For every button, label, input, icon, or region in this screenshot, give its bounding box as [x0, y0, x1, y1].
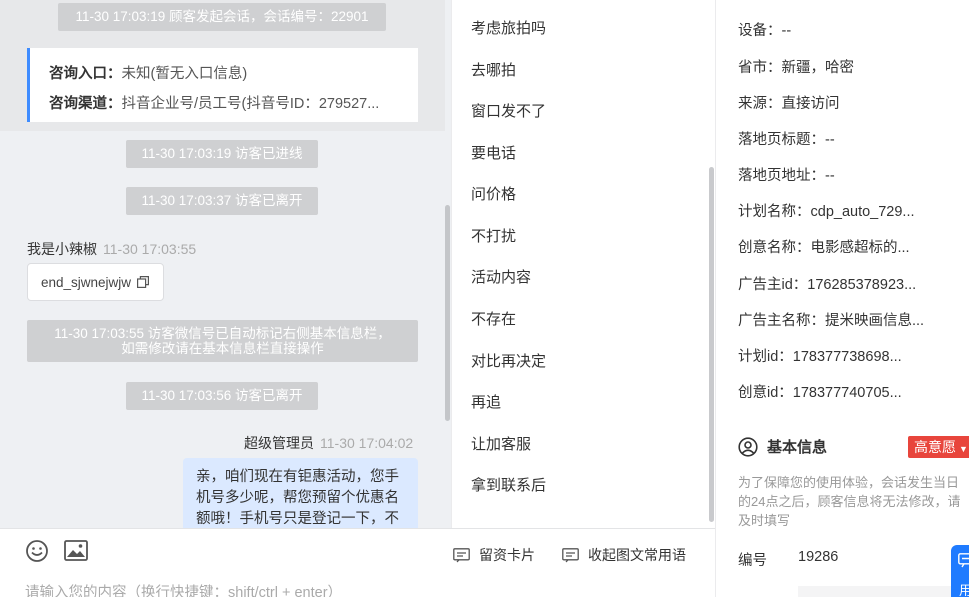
detail-label: 广告主id：	[738, 277, 808, 293]
quick-reply-item[interactable]: 不打扰	[471, 225, 516, 246]
detail-label: 省市：	[738, 60, 782, 76]
detail-value: cdp_auto_729...	[810, 204, 915, 220]
quick-reply-item[interactable]: 考虑旅拍吗	[471, 17, 546, 38]
detail-label: 创意名称：	[738, 240, 811, 256]
intent-level-dropdown[interactable]: 高意愿 ▼	[908, 436, 969, 458]
serial-value: 19286	[798, 549, 839, 565]
visitor-left-notice-2: 11-30 17:03:56 访客已离开	[126, 382, 318, 410]
detail-value: 电影感超标的...	[810, 240, 910, 256]
detail-row-creative-id: 创意id：178377740705...	[738, 381, 902, 402]
consult-entry-label: 咨询入口：	[49, 66, 122, 82]
intent-level-value: 高意愿	[914, 439, 956, 455]
detail-row-advertiser-id: 广告主id：176285378923...	[738, 273, 916, 294]
next-field-input[interactable]	[798, 586, 969, 597]
quick-reply-item[interactable]: 再追	[471, 391, 501, 412]
detail-row-landing-url: 落地页地址：--	[738, 164, 835, 185]
detail-label: 广告主名称：	[738, 313, 825, 329]
detail-row-region: 省市：新疆，哈密	[738, 56, 854, 77]
detail-value: 178377740705...	[792, 385, 902, 401]
quick-reply-item[interactable]: 拿到联系后	[471, 474, 546, 495]
detail-label: 计划id：	[738, 349, 793, 365]
quick-reply-item[interactable]: 要电话	[471, 142, 516, 163]
detail-row-creative-name: 创意名称：电影感超标的...	[738, 236, 910, 257]
visitor-entered-notice: 11-30 17:03:19 访客已进线	[126, 140, 318, 168]
caret-down-icon: ▼	[959, 444, 968, 454]
quick-reply-item[interactable]: 对比再决定	[471, 350, 546, 371]
basic-info-note: 为了保障您的使用体验，会话发生当日的24点之后，顾客信息将无法修改，请及时填写	[738, 475, 961, 528]
consult-channel-row: 咨询渠道：抖音企业号/员工号(抖音号ID：279527...	[49, 92, 379, 113]
emoji-icon[interactable]	[25, 539, 49, 563]
detail-value: --	[825, 168, 835, 184]
visitor-message-text: end_sjwnejwjw	[41, 275, 132, 290]
detail-value: 新疆，哈密	[781, 60, 855, 76]
session-start-notice: 11-30 17:03:19 顾客发起会话，会话编号：22901	[58, 3, 386, 31]
detail-value: 提米映画信息...	[825, 313, 925, 329]
wechat-tag-notice-line1: 11-30 17:03:55 访客微信号已自动标记右侧基本信息栏，	[54, 326, 391, 341]
wechat-tag-notice: 11-30 17:03:55 访客微信号已自动标记右侧基本信息栏， 如需修改请在…	[27, 320, 418, 362]
visitor-detail-panel: 设备：-- 省市：新疆，哈密 来源：直接访问 落地页标题：-- 落地页地址：--…	[715, 0, 969, 597]
detail-value: 176285378923...	[807, 277, 917, 293]
agent-sender: 超级管理员 11-30 17:04:02	[244, 433, 413, 453]
quick-reply-item[interactable]: 让加客服	[471, 433, 531, 454]
detail-value: --	[825, 132, 835, 148]
detail-row-landing-title: 落地页标题：--	[738, 128, 835, 149]
visitor-message-bubble[interactable]: end_sjwnejwjw	[27, 263, 164, 301]
copy-icon[interactable]	[137, 276, 149, 288]
quick-reply-scrollbar[interactable]	[709, 167, 714, 522]
quick-reply-item[interactable]: 不存在	[471, 308, 516, 329]
detail-value: --	[781, 23, 792, 39]
detail-label: 创意id：	[738, 385, 793, 401]
detail-row-device: 设备：--	[738, 19, 791, 40]
chat-panel: 11-30 17:03:19 顾客发起会话，会话编号：22901 咨询入口：未知…	[0, 0, 451, 528]
consult-info-card: 咨询入口：未知(暂无入口信息) 咨询渠道：抖音企业号/员工号(抖音号ID：279…	[27, 48, 418, 122]
visitor-name: 我是小辣椒	[27, 241, 97, 257]
floating-service-label: 用	[959, 580, 969, 597]
detail-row-plan-id: 计划id：178377738698...	[738, 345, 902, 366]
floating-service-button[interactable]: 用	[951, 545, 969, 597]
wechat-tag-notice-line2: 如需修改请在基本信息栏直接操作	[121, 341, 324, 356]
collapse-phrases-label: 收起图文常用语	[588, 547, 686, 563]
visitor-message-time: 11-30 17:03:55	[103, 241, 197, 257]
detail-label: 落地页标题：	[738, 132, 825, 148]
agent-message-bubble: 亲，咱们现在有钜惠活动，您手机号多少呢，帮您预留个优惠名额哦！手机号只是登记一下…	[183, 458, 418, 528]
quick-reply-list: 考虑旅拍吗 去哪拍 窗口发不了 要电话 问价格 不打扰 活动内容 不存在 对比再…	[451, 0, 715, 528]
visitor-left-notice: 11-30 17:03:37 访客已离开	[126, 187, 318, 215]
basic-info-title: 基本信息	[767, 439, 828, 456]
detail-row-advertiser-name: 广告主名称：提米映画信息...	[738, 309, 924, 330]
message-icon	[958, 553, 969, 568]
detail-value: 直接访问	[781, 96, 840, 112]
detail-label: 落地页地址：	[738, 168, 825, 184]
message-input[interactable]: 请输入您的内容（换行快捷键：shift/ctrl + enter）	[25, 581, 342, 597]
agent-message-time: 11-30 17:04:02	[320, 435, 414, 451]
consult-channel-value: 抖音企业号/员工号(抖音号ID：279527...	[121, 96, 380, 112]
detail-row-plan-name: 计划名称：cdp_auto_729...	[738, 200, 915, 221]
message-composer: 留资卡片 收起图文常用语 请输入您的内容（换行快捷键：shift/ctrl + …	[0, 528, 715, 597]
detail-label: 计划名称：	[738, 204, 811, 220]
agent-name: 超级管理员	[244, 435, 314, 451]
image-icon[interactable]	[64, 540, 88, 561]
quick-reply-item[interactable]: 活动内容	[471, 266, 531, 287]
quick-reply-item[interactable]: 去哪拍	[471, 59, 516, 80]
consult-entry-row: 咨询入口：未知(暂无入口信息)	[49, 62, 247, 83]
serial-label: 编号	[738, 553, 767, 569]
chat-scrollbar[interactable]	[445, 205, 450, 421]
detail-row-source: 来源：直接访问	[738, 92, 840, 113]
chat-phrase-icon	[562, 547, 579, 562]
detail-value: 178377738698...	[792, 349, 902, 365]
leave-card-label: 留资卡片	[479, 547, 535, 563]
detail-label: 设备：	[738, 23, 782, 39]
leave-card-button[interactable]: 留资卡片	[453, 545, 535, 565]
detail-label: 来源：	[738, 96, 782, 112]
consult-channel-label: 咨询渠道：	[49, 96, 122, 112]
user-circle-icon	[738, 436, 758, 457]
consult-entry-value: 未知(暂无入口信息)	[121, 66, 248, 82]
visitor-sender: 我是小辣椒 11-30 17:03:55	[27, 239, 196, 259]
basic-info-header: 基本信息	[738, 436, 827, 457]
quick-reply-item[interactable]: 问价格	[471, 183, 516, 204]
card-icon	[453, 547, 470, 562]
quick-reply-item[interactable]: 窗口发不了	[471, 100, 546, 121]
collapse-phrases-button[interactable]: 收起图文常用语	[562, 545, 686, 565]
